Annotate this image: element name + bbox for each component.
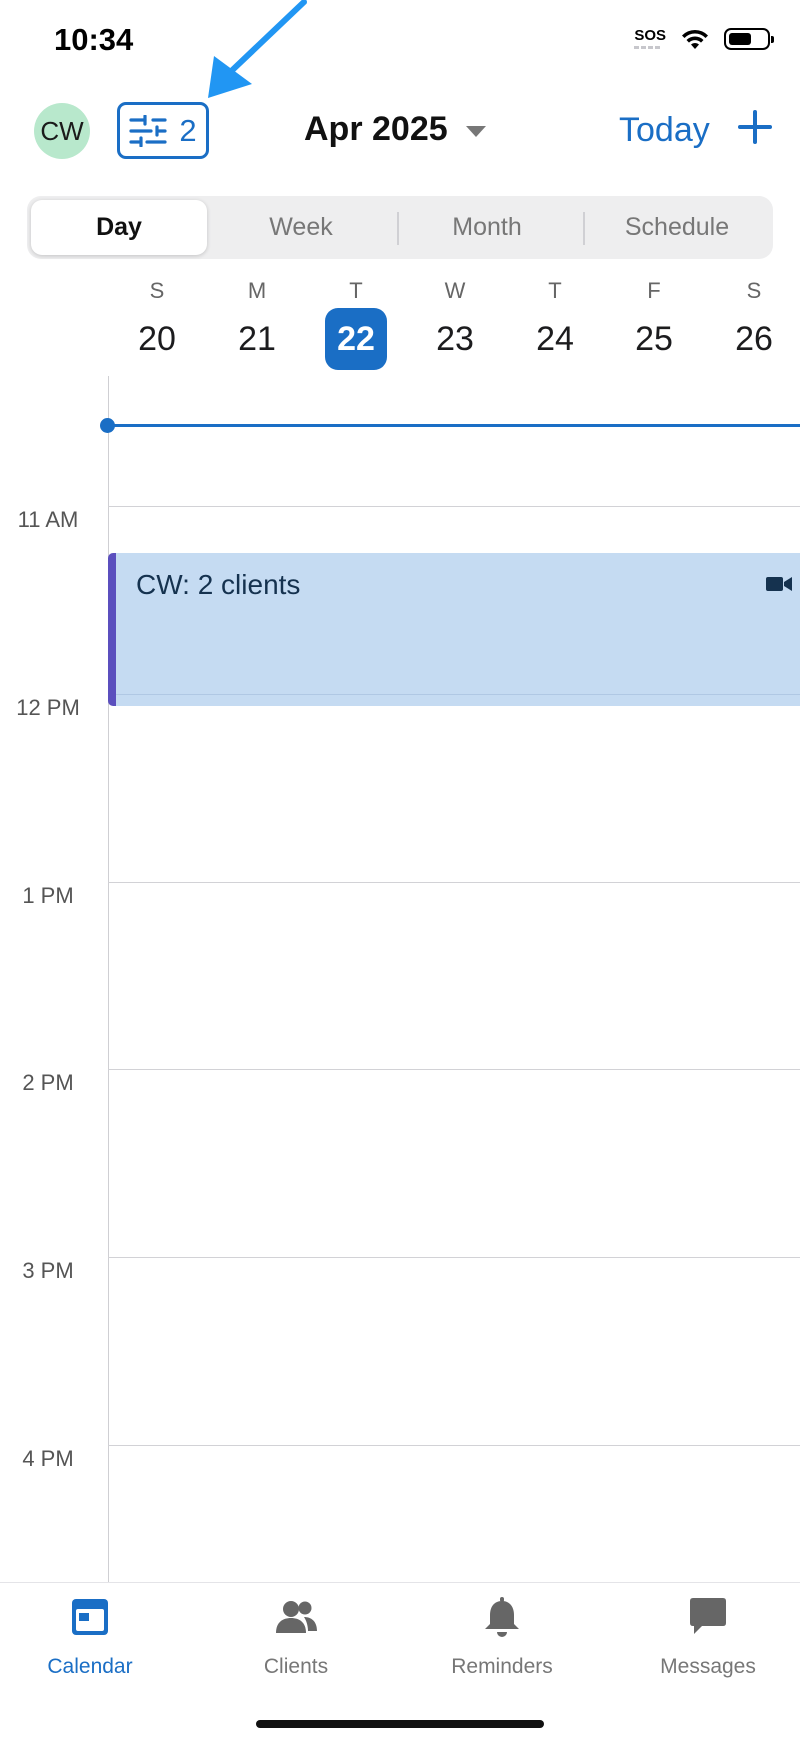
- date-cell[interactable]: 20: [126, 308, 188, 370]
- tab-label: Calendar: [47, 1655, 133, 1678]
- day-of-week-label: T: [349, 278, 363, 303]
- hour-label: 11 AM: [17, 507, 79, 532]
- filter-button[interactable]: 2: [117, 102, 209, 159]
- sliders-icon: [129, 114, 167, 147]
- plus-icon[interactable]: [736, 108, 774, 146]
- event-title: CW: 2 clients: [136, 569, 301, 600]
- view-segmented-control: Day Week Month Schedule: [27, 196, 773, 259]
- day-of-week-label: S: [149, 278, 165, 303]
- hour-label: 1 PM: [22, 883, 74, 908]
- date-cell-selected[interactable]: 22: [325, 308, 387, 370]
- date-cell[interactable]: 23: [424, 308, 486, 370]
- day-of-week-label: S: [746, 278, 762, 303]
- hour-label: 3 PM: [22, 1258, 74, 1283]
- bottom-tab-bar: Calendar Clients Reminders Messages: [0, 1582, 800, 1741]
- tab-calendar[interactable]: Calendar: [0, 1595, 190, 1679]
- tab-label: Messages: [660, 1655, 756, 1678]
- hour-label: 12 PM: [16, 695, 80, 720]
- date-cell[interactable]: 24: [524, 308, 586, 370]
- wifi-icon: [682, 29, 708, 49]
- caret-down-icon: [465, 126, 486, 137]
- tab-month[interactable]: Month: [399, 200, 575, 255]
- day-of-week-label: F: [647, 278, 661, 303]
- home-indicator: [256, 1720, 544, 1728]
- date-cell[interactable]: 21: [226, 308, 288, 370]
- filter-count: 2: [179, 112, 197, 148]
- hour-line: [108, 1069, 800, 1070]
- day-of-week-label: T: [548, 278, 562, 303]
- status-icons: SOS: [634, 28, 774, 50]
- date-cell[interactable]: 25: [623, 308, 685, 370]
- day-of-week-label: M: [247, 278, 267, 303]
- hour-label: 2 PM: [22, 1070, 74, 1095]
- today-button[interactable]: Today: [619, 111, 710, 150]
- hour-line: [108, 882, 800, 883]
- battery-icon: [724, 28, 774, 50]
- tab-week[interactable]: Week: [213, 200, 389, 255]
- month-title: Apr 2025: [304, 110, 448, 148]
- hour-line: [108, 506, 800, 507]
- annotation-arrow-icon: [208, 0, 307, 98]
- tab-messages[interactable]: Messages: [608, 1595, 800, 1679]
- tab-schedule[interactable]: Schedule: [585, 200, 769, 255]
- day-of-week-label: W: [444, 278, 466, 303]
- bell-icon: [485, 1597, 519, 1637]
- tab-label: Reminders: [451, 1655, 553, 1678]
- hour-label: 4 PM: [22, 1446, 74, 1471]
- hour-line: [108, 1257, 800, 1258]
- event-divider: [116, 694, 800, 695]
- tab-clients[interactable]: Clients: [196, 1595, 396, 1679]
- date-cell[interactable]: 26: [723, 308, 785, 370]
- video-camera-icon: [766, 577, 792, 591]
- tab-reminders[interactable]: Reminders: [402, 1595, 602, 1679]
- calendar-event[interactable]: CW: 2 clients: [108, 553, 800, 706]
- status-time: 10:34: [54, 22, 134, 57]
- tab-label: Clients: [263, 1655, 329, 1678]
- hour-line: [108, 1445, 800, 1446]
- sos-indicator: SOS: [634, 28, 666, 49]
- calendar-icon: [72, 1599, 108, 1635]
- people-icon: [276, 1601, 317, 1633]
- message-bubble-icon: [690, 1598, 726, 1634]
- month-picker[interactable]: Apr 2025: [304, 110, 486, 149]
- avatar[interactable]: CW: [34, 103, 90, 159]
- current-time-line: [108, 424, 800, 427]
- current-time-dot: [100, 418, 115, 433]
- tab-day[interactable]: Day: [31, 200, 207, 255]
